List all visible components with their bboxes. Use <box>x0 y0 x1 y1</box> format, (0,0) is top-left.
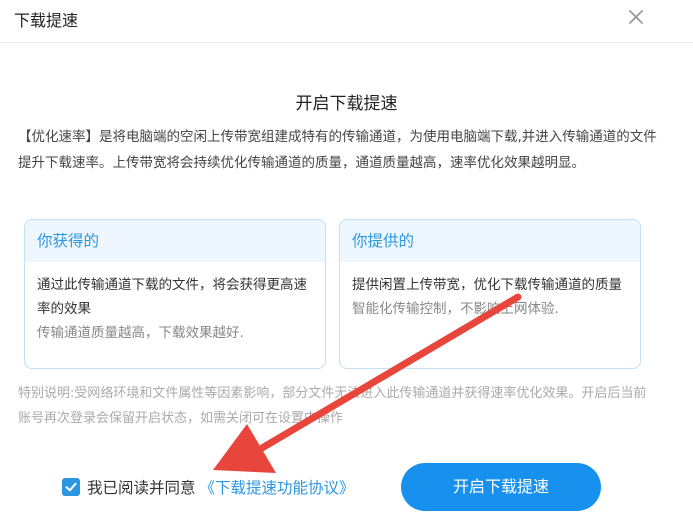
dialog-title: 下载提速 <box>14 11 79 30</box>
checkmark-icon <box>65 482 77 492</box>
speedup-dialog: 下载提速 开启下载提速 【优化速率】是将电脑端的空闲上传带宽组建成特有的传输通道… <box>0 0 693 523</box>
benefit-card-provide: 你提供的 提供闲置上传带宽，优化下载传输通道的质量 智能化传输控制，不影响上网体… <box>339 219 641 369</box>
intro-text: 【优化速率】是将电脑端的空闲上传带宽组建成特有的传输通道，为使用电脑端下载,并进… <box>18 129 657 171</box>
card-title: 你提供的 <box>340 220 640 262</box>
benefit-card-receive: 你获得的 通过此传输通道下载的文件，将会获得更高速率的效果 传输通道质量越高，下… <box>24 219 326 369</box>
agree-label: 我已阅读并同意 <box>87 479 196 497</box>
dialog-header: 下载提速 <box>0 0 693 43</box>
special-note: 特别说明:受网络环境和文件属性等因素影响，部分文件无法进入此传输通道并获得速率优… <box>18 386 647 426</box>
card-sub-text: 传输通道质量越高，下载效果越好. <box>37 325 244 341</box>
card-sub-text: 智能化传输控制，不影响上网体验. <box>352 301 559 317</box>
enable-speedup-button[interactable]: 开启下载提速 <box>401 463 601 511</box>
section-heading: 开启下载提速 <box>295 94 398 114</box>
card-main-text: 通过此传输通道下载的文件，将会获得更高速率的效果 <box>37 277 307 317</box>
agreement-row: 我已阅读并同意 《下载提速功能协议》 <box>62 474 355 500</box>
agree-checkbox[interactable] <box>62 478 80 496</box>
close-icon <box>629 10 643 24</box>
card-title: 你获得的 <box>25 220 325 262</box>
card-main-text: 提供闲置上传带宽，优化下载传输通道的质量 <box>352 277 622 293</box>
agreement-link[interactable]: 《下载提速功能协议》 <box>200 476 355 498</box>
close-button[interactable] <box>623 4 649 30</box>
